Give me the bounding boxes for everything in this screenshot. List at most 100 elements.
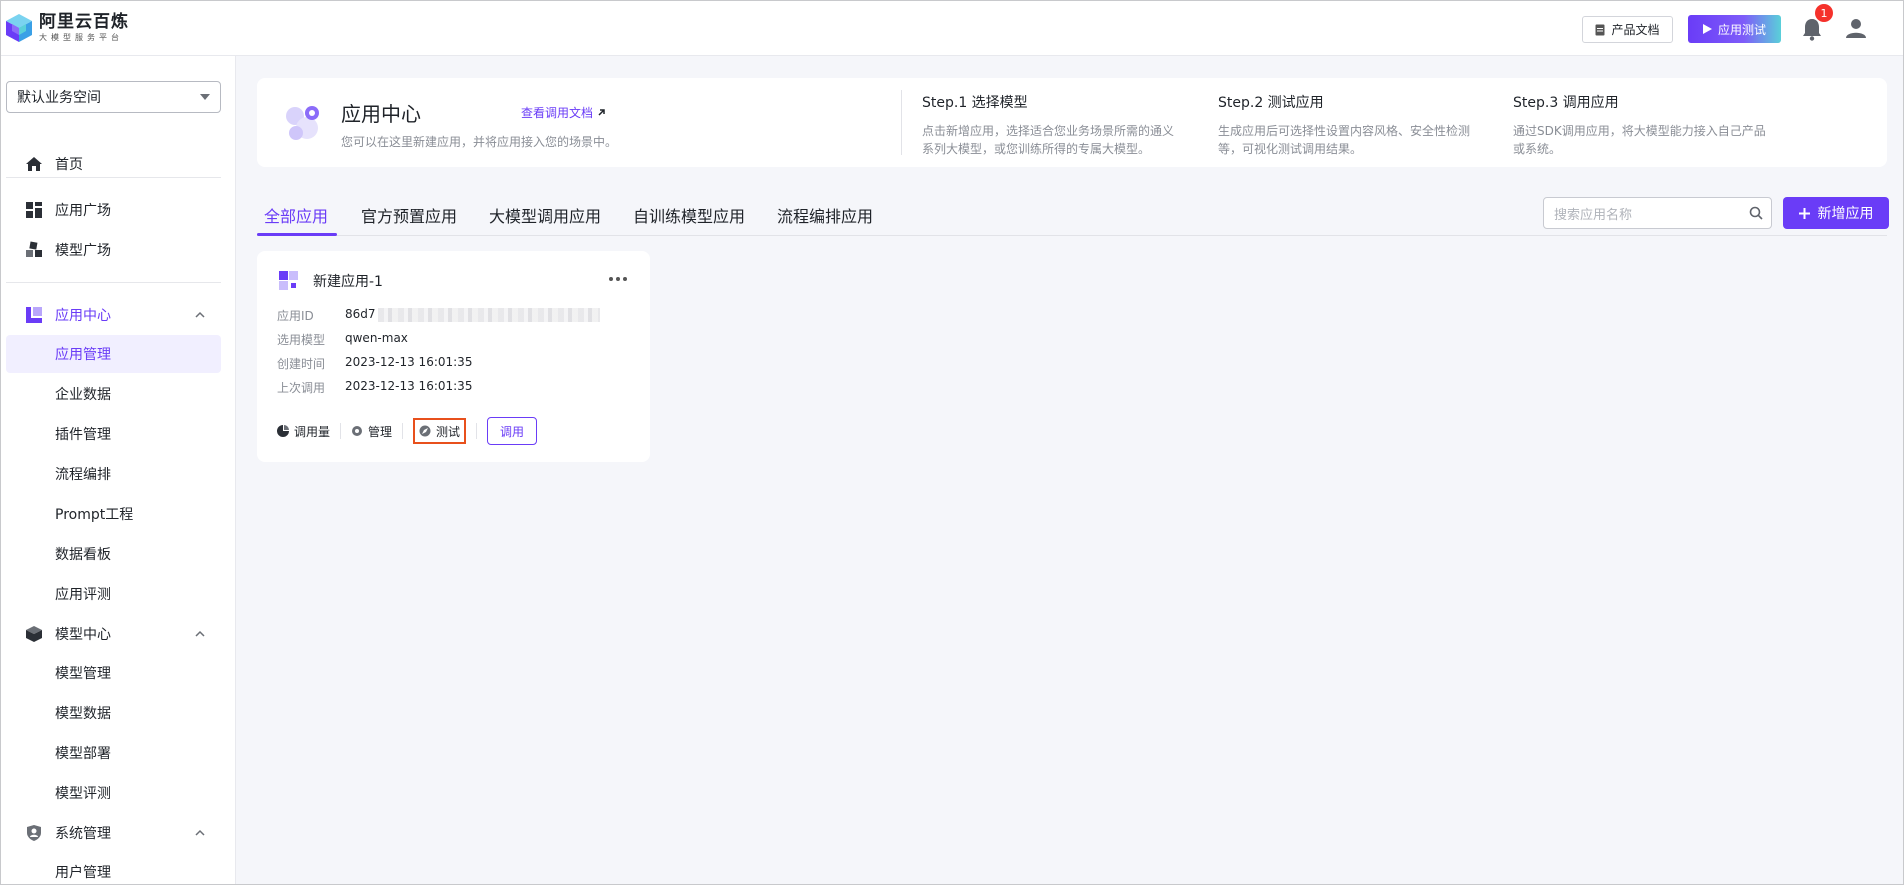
tab-flow-orchestration-apps[interactable]: 流程编排应用	[777, 203, 873, 227]
action-divider	[340, 423, 342, 439]
app-center-icon	[26, 307, 42, 323]
sidebar-divider	[6, 282, 221, 283]
view-call-docs-label: 查看调用文档	[521, 106, 594, 120]
plus-icon	[1798, 207, 1810, 219]
model-label: 选用模型	[277, 333, 326, 347]
product-docs-button[interactable]: 产品文档	[1582, 16, 1673, 43]
search-input[interactable]: 搜索应用名称	[1543, 197, 1772, 229]
sidebar-item-app-evaluation[interactable]: 应用评测	[6, 575, 221, 613]
step-title: Step.1 选择模型	[922, 95, 1028, 111]
tab-all-apps[interactable]: 全部应用	[264, 203, 328, 227]
gear-icon	[352, 426, 363, 436]
sidebar-item-model-management[interactable]: 模型管理	[6, 654, 221, 692]
sidebar-item-label: 模型广场	[55, 243, 111, 259]
workspace-select-value: 默认业务空间	[17, 90, 101, 106]
brand-logo[interactable]: 阿里云百炼 大模型服务平台	[5, 13, 129, 43]
add-app-label: 新增应用	[1817, 206, 1874, 222]
app-window: 阿里云百炼 大模型服务平台 产品文档 应用测试 1 默认业务空间 首页 应用广场…	[0, 0, 1904, 885]
more-options-icon[interactable]	[609, 277, 627, 283]
search-placeholder: 搜索应用名称	[1554, 207, 1633, 223]
created-value: 2023-12-13 16:01:35	[345, 355, 473, 369]
sidebar-item-model-square[interactable]: 模型广场	[1, 232, 236, 268]
sidebar-item-model-data[interactable]: 模型数据	[6, 694, 221, 732]
sidebar-item-prompt-engineering[interactable]: Prompt工程	[6, 495, 221, 533]
app-id-row: 应用ID 86d7	[277, 307, 600, 324]
step-description: 通过SDK调用应用，将大模型能力接入自己产品 或系统。	[1513, 122, 1793, 158]
cubes-icon	[26, 241, 42, 257]
manage-label: 管理	[368, 424, 393, 439]
app-id-value: 86d7	[345, 307, 600, 324]
call-button[interactable]: 调用	[487, 417, 538, 445]
test-label: 测试	[436, 424, 461, 439]
action-divider	[402, 423, 404, 439]
redacted-id	[377, 307, 600, 322]
last-call-label: 上次调用	[277, 381, 326, 395]
sidebar-group-system[interactable]: 系统管理	[1, 815, 236, 851]
tab-self-trained-model-apps[interactable]: 自训练模型应用	[633, 203, 745, 227]
sidebar-item-user-management[interactable]: 用户管理	[6, 853, 221, 884]
sidebar-item-model-evaluation[interactable]: 模型评测	[6, 774, 221, 812]
home-icon	[26, 157, 42, 171]
shield-user-icon	[27, 825, 41, 841]
sidebar-item-label: 应用广场	[55, 203, 111, 219]
sidebar-item-flow-orchestration[interactable]: 流程编排	[6, 455, 221, 493]
sidebar-divider	[6, 177, 221, 178]
sidebar-item-enterprise-data[interactable]: 企业数据	[6, 375, 221, 413]
brand-cube-icon	[6, 14, 32, 42]
step-description-line: 等，可视化测试调用结果。	[1218, 142, 1363, 156]
top-bar: 阿里云百炼 大模型服务平台 产品文档 应用测试 1	[1, 1, 1903, 56]
usage-button[interactable]: 调用量	[277, 423, 330, 440]
last-call-row: 上次调用 2023-12-13 16:01:35	[277, 379, 472, 396]
app-icon	[279, 271, 298, 290]
sidebar-item-plugin-management[interactable]: 插件管理	[6, 415, 221, 453]
app-test-button[interactable]: 应用测试	[1688, 15, 1781, 43]
brand-title: 阿里云百炼	[39, 12, 129, 32]
page-title: 应用中心	[341, 102, 421, 126]
chevron-up-icon	[195, 630, 205, 637]
app-card[interactable]: 新建应用-1 应用ID 86d7 选用模型 qwen-max 创建时间 2023…	[257, 251, 650, 462]
chevron-up-icon	[195, 311, 205, 318]
workspace-select[interactable]: 默认业务空间	[6, 81, 221, 113]
step-title: Step.2 测试应用	[1218, 95, 1324, 111]
user-avatar-icon[interactable]	[1845, 17, 1867, 39]
step-description-line: 点击新增应用，选择适合您业务场景所需的通义	[922, 124, 1175, 138]
step-description-line: 或系统。	[1513, 142, 1562, 156]
active-tab-indicator	[257, 233, 337, 236]
test-button[interactable]: 测试	[413, 418, 467, 444]
sidebar-item-label: 首页	[55, 157, 83, 173]
sidebar-group-model-center[interactable]: 模型中心	[1, 616, 236, 652]
app-name: 新建应用-1	[313, 274, 383, 290]
tab-official-preset-apps[interactable]: 官方预置应用	[361, 203, 457, 227]
sidebar-item-model-deployment[interactable]: 模型部署	[6, 734, 221, 772]
step-1: Step.1 选择模型 点击新增应用，选择适合您业务场景所需的通义 系列大模型，…	[922, 92, 1202, 158]
last-call-value: 2023-12-13 16:01:35	[345, 379, 473, 393]
add-app-button[interactable]: 新增应用	[1783, 197, 1889, 229]
document-icon	[1595, 24, 1605, 35]
step-description-line: 系列大模型，或您训练所得的专属大模型。	[922, 142, 1151, 156]
step-description: 点击新增应用，选择适合您业务场景所需的通义 系列大模型，或您训练所得的专属大模型…	[922, 122, 1202, 158]
tab-llm-call-apps[interactable]: 大模型调用应用	[489, 203, 601, 227]
compass-icon	[419, 425, 431, 437]
app-test-label: 应用测试	[1717, 22, 1766, 37]
app-center-illustration-icon	[286, 106, 319, 140]
app-id-label: 应用ID	[277, 309, 314, 323]
manage-button[interactable]: 管理	[351, 423, 392, 440]
step-title: Step.3 调用应用	[1513, 95, 1619, 111]
brand-subtitle: 大模型服务平台	[39, 33, 123, 42]
model-value: qwen-max	[345, 331, 408, 345]
model-cube-icon	[26, 626, 42, 642]
usage-label: 调用量	[294, 424, 331, 439]
sidebar-group-app-center[interactable]: 应用中心	[1, 297, 236, 333]
sidebar-item-app-square[interactable]: 应用广场	[1, 192, 236, 228]
app-center-intro: 应用中心 您可以在这里新建应用，并将应用接入您的场景中。 查看调用文档 Step…	[257, 78, 1887, 167]
page-description: 您可以在这里新建应用，并将应用接入您的场景中。	[341, 135, 618, 149]
sidebar-item-data-dashboard[interactable]: 数据看板	[6, 535, 221, 573]
step-description: 生成应用后可选择性设置内容风格、安全性检测 等，可视化测试调用结果。	[1218, 122, 1498, 158]
sidebar-item-app-management[interactable]: 应用管理	[6, 335, 221, 373]
created-row: 创建时间 2023-12-13 16:01:35	[277, 355, 472, 372]
step-description-line: 生成应用后可选择性设置内容风格、安全性检测	[1218, 124, 1471, 138]
step-description-line: 通过SDK调用应用，将大模型能力接入自己产品	[1513, 124, 1766, 138]
search-icon[interactable]	[1749, 206, 1763, 220]
view-call-docs-link[interactable]: 查看调用文档	[521, 104, 606, 121]
app-card-actions: 调用量 管理 测试 调用	[277, 417, 538, 445]
